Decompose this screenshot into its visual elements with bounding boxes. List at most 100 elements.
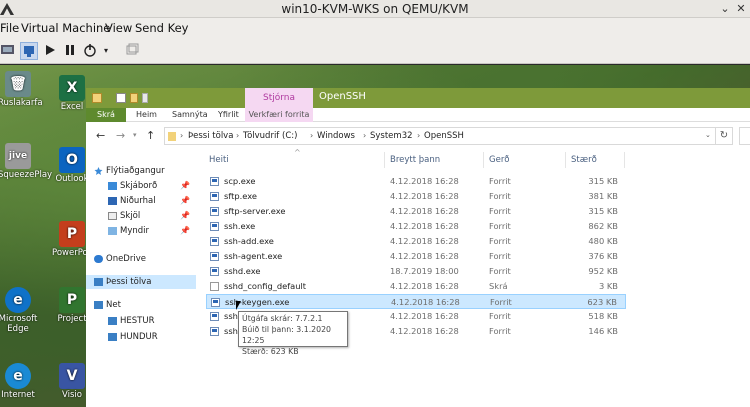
excel-icon: X <box>59 75 85 101</box>
tab-file[interactable]: Skrá <box>86 108 126 122</box>
console-icon[interactable] <box>0 42 18 60</box>
breadcrumb-openssh[interactable]: OpenSSH <box>424 131 464 141</box>
pin-icon: 📌 <box>180 226 190 235</box>
file-row[interactable]: scp.exe 4.12.2018 16:28 Forrit 315 KB <box>206 174 626 189</box>
file-row[interactable]: ssh-add.exe 4.12.2018 16:28 Forrit 480 KB <box>206 234 626 249</box>
file-date: 4.12.2018 16:28 <box>391 297 460 307</box>
tab-home[interactable]: Heim <box>136 108 157 122</box>
breadcrumb-windows[interactable]: Windows <box>317 131 355 141</box>
computer-icon <box>94 278 103 286</box>
file-row[interactable]: sftp-server.exe 4.12.2018 16:28 Forrit 315 … <box>206 204 626 219</box>
file-size: 3 KB <box>598 281 618 291</box>
power-icon[interactable] <box>82 42 100 60</box>
minimize-icon[interactable]: ⌄ <box>718 2 732 16</box>
address-bar[interactable]: › Þessi tölva › Tölvudrif (C:) › Windows… <box>164 127 716 145</box>
menu-file[interactable]: File <box>0 21 19 35</box>
file-name: ssh <box>224 326 238 336</box>
file-row[interactable]: sshd.exe 18.7.2019 18:00 Forrit 952 KB <box>206 264 626 279</box>
breadcrumb-drive-c[interactable]: Tölvudrif (C:) <box>243 131 297 141</box>
breadcrumb-system32[interactable]: System32 <box>370 131 413 141</box>
file-name: sshd_config_default <box>224 281 307 291</box>
nav-this-pc[interactable]: Þessi tölva <box>86 275 196 289</box>
file-name: ssh.exe <box>224 221 256 231</box>
close-icon[interactable]: ✕ <box>734 2 748 16</box>
file-date: 4.12.2018 16:28 <box>390 191 459 201</box>
file-name: scp.exe <box>224 176 256 186</box>
column-date-modified[interactable]: Breytt þann <box>390 155 440 165</box>
folder-icon[interactable] <box>92 93 102 103</box>
application-icon <box>210 222 219 231</box>
column-size[interactable]: Stærð <box>571 155 597 165</box>
file-size: 315 KB <box>588 176 618 186</box>
column-type[interactable]: Gerð <box>489 155 510 165</box>
desktop-icon-recycle-bin[interactable]: 🗑 Ruslakarfa <box>0 71 43 108</box>
ribbon-tabs: Skrá Heim Samnýta Yfirlit <box>86 108 750 122</box>
qat-chevron-icon[interactable] <box>142 93 148 103</box>
download-icon <box>108 197 117 205</box>
desktop-icon-label: SqueezePlay <box>0 170 53 180</box>
nav-quick-access[interactable]: Flýtiaðgangur <box>86 164 196 178</box>
file-row[interactable]: ssh-agent.exe 4.12.2018 16:28 Forrit 376 KB <box>206 249 626 264</box>
nav-network-hundur[interactable]: HUNDUR <box>86 330 196 344</box>
nav-network[interactable]: Net <box>86 298 196 312</box>
pictures-icon <box>108 227 117 235</box>
recent-chevron-icon[interactable]: ▾ <box>133 131 137 139</box>
search-input[interactable] <box>739 127 750 145</box>
application-icon <box>210 207 219 216</box>
application-icon <box>210 177 219 186</box>
application-icon <box>210 192 219 201</box>
desktop-icon-edge[interactable]: e Microsoft Edge <box>0 287 38 334</box>
new-folder-icon[interactable] <box>130 93 138 103</box>
forward-icon[interactable]: → <box>116 129 125 142</box>
tab-app-tools[interactable]: Verkfæri forrita <box>245 108 313 122</box>
up-icon[interactable]: ↑ <box>146 129 155 142</box>
file-type: Forrit <box>489 266 511 276</box>
file-type: Forrit <box>489 191 511 201</box>
refresh-icon[interactable]: ↻ <box>715 127 733 145</box>
nav-network-hestur[interactable]: HESTUR <box>86 314 196 328</box>
nav-desktop[interactable]: Skjáborð 📌 <box>86 179 196 193</box>
column-name[interactable]: Heiti <box>209 155 229 165</box>
computer-icon <box>108 317 117 325</box>
nav-pictures[interactable]: Myndir 📌 <box>86 224 196 238</box>
tab-manage[interactable]: Stjórna <box>245 88 313 108</box>
run-icon[interactable] <box>42 42 60 60</box>
file-type: Forrit <box>489 221 511 231</box>
file-name: ssh-keygen.exe <box>225 297 290 307</box>
desktop-icon-internet-explorer[interactable]: e Internet <box>0 363 38 400</box>
address-folder-icon <box>168 132 176 141</box>
nav-documents[interactable]: Skjöl 📌 <box>86 209 196 223</box>
sort-caret-icon: ^ <box>294 148 301 157</box>
kvm-toolbar: ▾ <box>0 38 750 64</box>
menu-virtual-machine[interactable]: Virtual Machine <box>21 21 110 35</box>
back-icon[interactable]: ← <box>96 129 105 142</box>
menu-send-key[interactable]: Send Key <box>135 21 188 35</box>
star-icon <box>94 167 103 175</box>
file-date: 4.12.2018 16:28 <box>390 236 459 246</box>
snapshot-icon[interactable] <box>124 42 142 60</box>
tooltip-size: Stærð: 623 KB <box>242 347 299 356</box>
nav-onedrive[interactable]: OneDrive <box>86 252 196 266</box>
power-menu-chevron-icon[interactable]: ▾ <box>104 42 122 60</box>
breadcrumb-this-pc[interactable]: Þessi tölva <box>188 131 233 141</box>
pause-icon[interactable] <box>62 42 80 60</box>
file-name: ssh <box>224 311 238 321</box>
file-tooltip: Útgáfa skrár: 7.7.2.1 Búið til þann: 3.1… <box>238 311 348 356</box>
tab-share[interactable]: Samnýta <box>172 108 208 122</box>
file-row[interactable]: ssh.exe 4.12.2018 16:28 Forrit 862 KB <box>206 219 626 234</box>
file-size: 952 KB <box>588 266 618 276</box>
details-icon[interactable] <box>20 42 38 60</box>
explorer-titlebar <box>86 88 750 108</box>
desktop-icon-squeezeplay[interactable]: jive SqueezePlay <box>0 143 53 180</box>
file-row[interactable]: sftp.exe 4.12.2018 16:28 Forrit 381 KB <box>206 189 626 204</box>
address-dropdown-icon[interactable]: ⌄ <box>705 131 711 139</box>
nav-downloads[interactable]: Niðurhal 📌 <box>86 194 196 208</box>
menu-view[interactable]: View <box>105 21 132 35</box>
tab-view[interactable]: Yfirlit <box>218 108 239 122</box>
mouse-cursor-icon <box>236 301 241 310</box>
file-row[interactable]: sshd_config_default 4.12.2018 16:28 Skrá 3 … <box>206 279 626 294</box>
tooltip-file-version: Útgáfa skrár: 7.7.2.1 <box>242 314 323 323</box>
file-date: 4.12.2018 16:28 <box>390 206 459 216</box>
file-row[interactable]: ssh-keygen.exe 4.12.2018 16:28 Forrit 623 K… <box>206 294 626 309</box>
properties-icon[interactable] <box>116 93 126 103</box>
